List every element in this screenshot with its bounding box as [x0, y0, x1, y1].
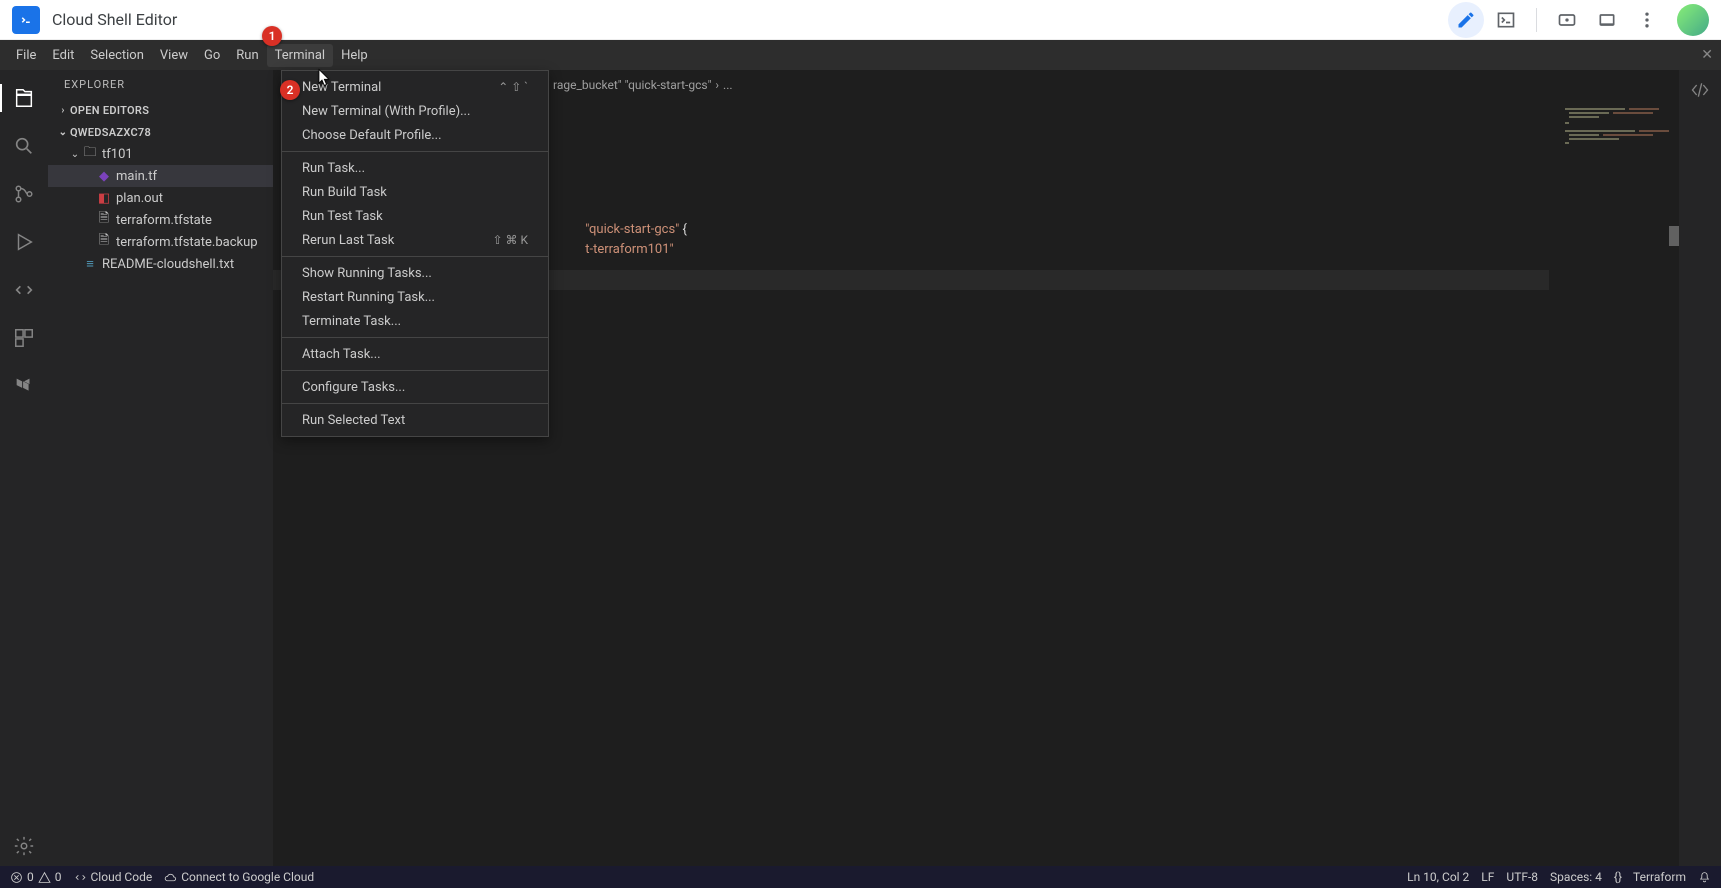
explorer-title: EXPLORER [48, 70, 273, 99]
user-avatar[interactable] [1677, 4, 1709, 36]
activity-debug-icon[interactable] [0, 222, 48, 262]
dd-run-task[interactable]: Run Task... [282, 156, 548, 180]
dd-configure-tasks[interactable]: Configure Tasks... [282, 375, 548, 399]
status-cloud-code[interactable]: Cloud Code [74, 870, 153, 884]
status-eol[interactable]: LF [1481, 870, 1494, 884]
chrome-actions [1448, 2, 1709, 38]
dd-run-test-task[interactable]: Run Test Task [282, 204, 548, 228]
minimap[interactable] [1559, 100, 1679, 300]
warning-icon [38, 871, 51, 884]
dd-new-terminal-profile[interactable]: New Terminal (With Profile)... [282, 99, 548, 123]
chrome-title: Cloud Shell Editor [52, 10, 177, 29]
menu-go[interactable]: Go [196, 44, 228, 67]
tree-folder-tf101[interactable]: ⌄🗀tf101 [48, 143, 273, 165]
right-activity-bar [1679, 70, 1721, 866]
dd-show-running-tasks[interactable]: Show Running Tasks... [282, 261, 548, 285]
code-icon [74, 871, 87, 884]
session-icon[interactable] [1549, 2, 1585, 38]
tree-file-readme[interactable]: ·≡README-cloudshell.txt [48, 253, 273, 275]
cloud-shell-titlebar: Cloud Shell Editor [0, 0, 1721, 40]
status-encoding[interactable]: UTF-8 [1506, 870, 1538, 884]
callout-badge-2: 2 [280, 80, 300, 100]
tree-file-tfstate[interactable]: ·🗎terraform.tfstate [48, 209, 273, 231]
status-language[interactable]: {} Terraform [1614, 870, 1686, 884]
error-icon [10, 871, 23, 884]
menu-file[interactable]: File [8, 44, 44, 67]
menu-selection[interactable]: Selection [82, 44, 151, 67]
menu-help[interactable]: Help [333, 44, 376, 67]
open-editors-section[interactable]: ›OPEN EDITORS [48, 99, 273, 121]
code-token-string: t-terraform101" [585, 242, 673, 257]
dd-run-build-task[interactable]: Run Build Task [282, 180, 548, 204]
dd-rerun-last-task[interactable]: Rerun Last Task⇧ ⌘ K [282, 228, 548, 252]
braces-icon: {} [1614, 870, 1622, 884]
activity-extensions-icon[interactable] [0, 318, 48, 358]
cloud-shell-logo-icon [12, 6, 40, 34]
explorer-sidebar: EXPLORER ›OPEN EDITORS ⌄QWEDSAZXC78 ⌄🗀tf… [48, 70, 273, 866]
menu-run[interactable]: Run [228, 44, 266, 67]
breadcrumb-sep: › [715, 78, 719, 92]
menu-view[interactable]: View [152, 44, 196, 67]
dd-choose-default-profile[interactable]: Choose Default Profile... [282, 123, 548, 147]
status-problems[interactable]: 0 0 [10, 870, 62, 884]
edit-icon[interactable] [1448, 2, 1484, 38]
activity-scm-icon[interactable] [0, 174, 48, 214]
activity-explorer-icon[interactable] [0, 78, 48, 118]
dd-terminate-task[interactable]: Terminate Task... [282, 309, 548, 333]
activity-settings-icon[interactable] [0, 826, 48, 866]
panel-close-icon[interactable]: ✕ [1701, 47, 1713, 63]
editor-shell: File Edit Selection View Go Run Terminal… [0, 40, 1721, 888]
activity-bar [0, 70, 48, 866]
more-icon[interactable] [1629, 2, 1665, 38]
activity-cloud-code-icon[interactable] [0, 270, 48, 310]
tree-file-plan-out[interactable]: ·◧plan.out [48, 187, 273, 209]
mouse-cursor-icon [316, 68, 334, 90]
status-connect-cloud[interactable]: Connect to Google Cloud [164, 870, 314, 884]
menu-bar: File Edit Selection View Go Run Terminal… [0, 40, 1721, 70]
status-bell-icon[interactable] [1698, 871, 1711, 884]
status-cursor-position[interactable]: Ln 10, Col 2 [1407, 870, 1469, 884]
dd-attach-task[interactable]: Attach Task... [282, 342, 548, 366]
dd-run-selected-text[interactable]: Run Selected Text [282, 408, 548, 432]
activity-terraform-icon[interactable] [0, 366, 48, 406]
menu-terminal[interactable]: Terminal [267, 44, 333, 67]
tree-file-main-tf[interactable]: ·◆main.tf [48, 165, 273, 187]
tree-file-tfstate-backup[interactable]: ·🗎terraform.tfstate.backup [48, 231, 273, 253]
workspace-section[interactable]: ⌄QWEDSAZXC78 [48, 121, 273, 143]
cloud-icon [164, 871, 177, 884]
right-bar-icon[interactable] [1690, 80, 1710, 104]
activity-search-icon[interactable] [0, 126, 48, 166]
terminal-icon[interactable] [1488, 2, 1524, 38]
breadcrumb-ellipsis[interactable]: ... [723, 78, 733, 92]
status-indentation[interactable]: Spaces: 4 [1550, 870, 1602, 884]
status-bar: 0 0 Cloud Code Connect to Google Cloud L… [0, 866, 1721, 888]
breadcrumb-segment[interactable]: rage_bucket" "quick-start-gcs" [553, 78, 711, 92]
dd-restart-running-task[interactable]: Restart Running Task... [282, 285, 548, 309]
code-token-brace: { [679, 222, 687, 237]
menu-edit[interactable]: Edit [44, 44, 82, 67]
popout-icon[interactable] [1589, 2, 1625, 38]
terminal-dropdown: New Terminal⌃ ⇧ ` New Terminal (With Pro… [281, 70, 549, 437]
callout-badge-1: 1 [262, 26, 282, 46]
